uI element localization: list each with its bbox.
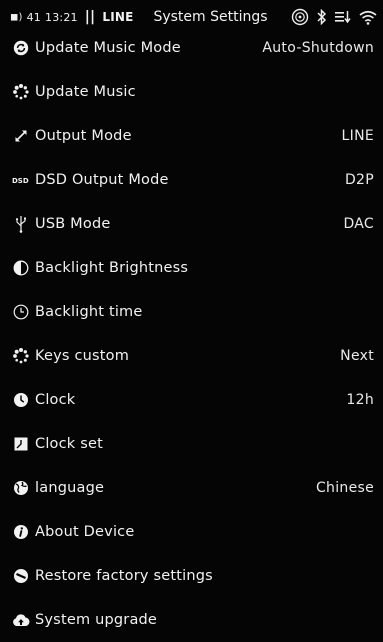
menu-item-value: Next bbox=[340, 348, 374, 364]
menu-item-label: Backlight time bbox=[35, 304, 143, 320]
menu-item-system-upgrade[interactable]: System upgrade bbox=[0, 598, 383, 642]
menu-item-clock[interactable]: Clock 12h bbox=[0, 378, 383, 422]
spinner-icon bbox=[11, 346, 31, 366]
menu-item-label: USB Mode bbox=[35, 216, 111, 232]
svg-text:DSD: DSD bbox=[12, 177, 29, 185]
menu-item-dsd-output-mode[interactable]: DSD DSD Output Mode D2P bbox=[0, 158, 383, 202]
status-bar: ◼) 41 13:21 || LINE System Settings bbox=[0, 0, 383, 34]
volume-icon: ◼) bbox=[10, 11, 23, 23]
usb-icon bbox=[11, 214, 31, 234]
time-display: 13:21 bbox=[45, 10, 78, 24]
spinner-icon bbox=[11, 82, 31, 102]
clock-filled-icon bbox=[11, 390, 31, 410]
menu-item-label: language bbox=[35, 480, 105, 496]
menu-item-label: About Device bbox=[35, 524, 135, 540]
menu-item-label: System upgrade bbox=[35, 612, 158, 628]
output-mode-indicator: LINE bbox=[102, 10, 134, 24]
pause-icon: || bbox=[84, 9, 96, 25]
menu-item-clock-set[interactable]: Clock set bbox=[0, 422, 383, 466]
menu-item-label: Output Mode bbox=[35, 128, 132, 144]
restore-icon bbox=[11, 566, 31, 586]
globe-icon bbox=[11, 478, 31, 498]
clock-outline-icon bbox=[11, 302, 31, 322]
menu-item-usb-mode[interactable]: USB Mode DAC bbox=[0, 202, 383, 246]
playlist-down-icon bbox=[335, 11, 351, 24]
menu-item-value: 12h bbox=[346, 392, 374, 408]
menu-item-value: DAC bbox=[343, 216, 374, 232]
contrast-icon bbox=[11, 258, 31, 278]
menu-item-backlight-brightness[interactable]: Backlight Brightness bbox=[0, 246, 383, 290]
upgrade-icon bbox=[11, 610, 31, 630]
menu-item-about-device[interactable]: About Device bbox=[0, 510, 383, 554]
menu-item-output-mode[interactable]: Output Mode LINE bbox=[0, 114, 383, 158]
menu-item-value: LINE bbox=[341, 128, 374, 144]
menu-item-value: D2P bbox=[344, 172, 374, 188]
menu-item-keys-custom[interactable]: Keys custom Next bbox=[0, 334, 383, 378]
menu-item-language[interactable]: language Chinese bbox=[0, 466, 383, 510]
disc-icon bbox=[291, 8, 309, 26]
expand-arrows-icon bbox=[11, 126, 31, 146]
volume-level: 41 bbox=[26, 10, 42, 24]
dsd-icon: DSD bbox=[11, 170, 31, 190]
menu-item-label: Update Music Mode bbox=[35, 40, 181, 56]
wifi-icon bbox=[359, 10, 377, 25]
menu-item-restore-factory-settings[interactable]: Restore factory settings bbox=[0, 554, 383, 598]
menu-item-label: Restore factory settings bbox=[35, 568, 213, 584]
refresh-icon bbox=[11, 38, 31, 58]
clock-set-icon bbox=[11, 434, 31, 454]
bluetooth-icon bbox=[317, 9, 327, 25]
menu-item-label: DSD Output Mode bbox=[35, 172, 169, 188]
menu-item-label: Clock bbox=[35, 392, 76, 408]
info-icon bbox=[11, 522, 31, 542]
menu-item-label: Update Music bbox=[35, 84, 136, 100]
settings-list: Update Music Mode Auto-Shutdown Update M… bbox=[0, 26, 383, 642]
menu-item-update-music[interactable]: Update Music bbox=[0, 70, 383, 114]
menu-item-value: Auto-Shutdown bbox=[262, 40, 374, 56]
menu-item-label: Clock set bbox=[35, 436, 103, 452]
menu-item-value: Chinese bbox=[315, 480, 374, 496]
menu-item-backlight-time[interactable]: Backlight time bbox=[0, 290, 383, 334]
menu-item-label: Keys custom bbox=[35, 348, 130, 364]
menu-item-label: Backlight Brightness bbox=[35, 260, 189, 276]
